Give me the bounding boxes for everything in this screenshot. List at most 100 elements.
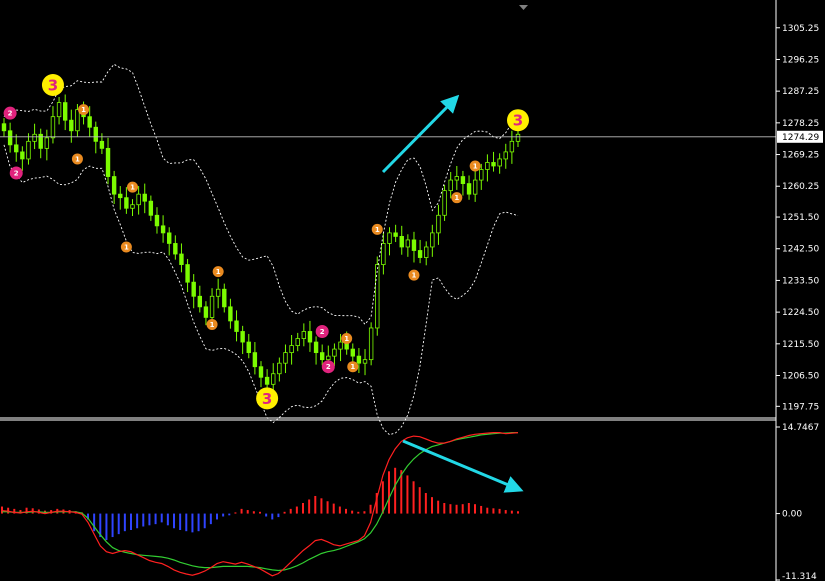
candle[interactable] bbox=[7, 130, 13, 146]
wave-3-marker-label: 3 bbox=[262, 390, 272, 408]
candle[interactable] bbox=[197, 295, 203, 308]
candle[interactable] bbox=[142, 193, 147, 202]
candle[interactable] bbox=[173, 243, 178, 255]
price-tick-label: 1287.25 bbox=[782, 87, 819, 97]
candle[interactable] bbox=[264, 376, 270, 385]
candle[interactable] bbox=[307, 331, 313, 343]
candle[interactable] bbox=[124, 197, 129, 209]
candle[interactable] bbox=[1, 123, 7, 132]
wave-marker-label: 1 bbox=[216, 268, 221, 276]
candle[interactable] bbox=[411, 239, 417, 251]
candle[interactable] bbox=[246, 341, 251, 354]
candle[interactable] bbox=[381, 243, 386, 265]
candle[interactable] bbox=[356, 355, 362, 364]
candle[interactable] bbox=[44, 137, 50, 149]
candle[interactable] bbox=[222, 288, 227, 308]
candle[interactable] bbox=[14, 144, 19, 153]
price-tick-label: 1224.50 bbox=[782, 308, 819, 318]
candle[interactable] bbox=[20, 151, 25, 160]
candle[interactable] bbox=[460, 176, 466, 184]
candle[interactable] bbox=[472, 179, 478, 195]
wave-marker-label: 2 bbox=[14, 170, 19, 178]
shift-marker-icon[interactable] bbox=[519, 5, 528, 10]
candle[interactable] bbox=[503, 151, 508, 160]
candle[interactable] bbox=[136, 193, 141, 206]
candle[interactable] bbox=[497, 158, 502, 167]
candle[interactable] bbox=[479, 169, 484, 181]
candle[interactable] bbox=[93, 126, 98, 142]
candle[interactable] bbox=[118, 193, 123, 199]
candle[interactable] bbox=[179, 253, 184, 265]
candle[interactable] bbox=[319, 352, 325, 361]
candle[interactable] bbox=[191, 281, 196, 297]
price-tick-label: 1197.75 bbox=[782, 402, 819, 412]
candle[interactable] bbox=[393, 232, 398, 237]
candle[interactable] bbox=[485, 162, 490, 170]
candle[interactable] bbox=[313, 341, 319, 354]
candle[interactable] bbox=[240, 331, 245, 343]
candle[interactable] bbox=[209, 295, 215, 318]
wave-marker-label: 1 bbox=[210, 321, 215, 329]
candle[interactable] bbox=[203, 306, 209, 318]
candle[interactable] bbox=[283, 352, 288, 364]
candle[interactable] bbox=[295, 338, 300, 346]
candle[interactable] bbox=[436, 214, 441, 234]
candle[interactable] bbox=[399, 236, 404, 248]
wave-marker-label: 2 bbox=[326, 363, 331, 371]
trading-chart[interactable]: 3 3 3 2 2 2 2 1 1 1 1 1 1 1 1 1 1 1 1 1305.25 1296.25 1287.2… bbox=[0, 0, 825, 581]
candle[interactable] bbox=[32, 133, 37, 142]
candle[interactable] bbox=[56, 102, 62, 118]
candle[interactable] bbox=[252, 352, 258, 368]
wave-marker-label: 1 bbox=[412, 272, 417, 280]
candle[interactable] bbox=[332, 348, 337, 357]
candle[interactable] bbox=[417, 250, 423, 258]
candle[interactable] bbox=[509, 140, 515, 153]
candle[interactable] bbox=[375, 264, 380, 329]
candle[interactable] bbox=[289, 345, 294, 354]
candle[interactable] bbox=[130, 204, 135, 209]
candle[interactable] bbox=[350, 348, 355, 357]
candle[interactable] bbox=[271, 373, 276, 385]
candle[interactable] bbox=[301, 331, 307, 339]
candle[interactable] bbox=[442, 190, 447, 216]
candle[interactable] bbox=[234, 320, 239, 332]
candle[interactable] bbox=[258, 366, 264, 378]
candle[interactable] bbox=[277, 362, 282, 375]
candle[interactable] bbox=[515, 133, 521, 142]
candle[interactable] bbox=[160, 225, 166, 234]
candle[interactable] bbox=[362, 359, 368, 364]
candle[interactable] bbox=[368, 327, 374, 361]
candle[interactable] bbox=[99, 140, 105, 149]
candle[interactable] bbox=[50, 116, 56, 139]
candle[interactable] bbox=[448, 179, 453, 192]
candle[interactable] bbox=[154, 214, 160, 227]
candle[interactable] bbox=[167, 232, 172, 244]
candle[interactable] bbox=[148, 200, 154, 216]
price-tick-label: 1233.50 bbox=[782, 276, 819, 286]
candle[interactable] bbox=[105, 147, 111, 177]
candle[interactable] bbox=[405, 239, 411, 248]
candle[interactable] bbox=[215, 288, 221, 297]
price-tick-label: 1269.25 bbox=[782, 151, 819, 161]
macd-indicator-panel[interactable] bbox=[1, 432, 524, 577]
candle[interactable] bbox=[87, 116, 92, 128]
candle[interactable] bbox=[387, 232, 392, 244]
candle[interactable] bbox=[326, 355, 331, 361]
price-panel[interactable]: 3 3 3 2 2 2 2 1 1 1 1 1 1 1 1 1 1 1 1 bbox=[0, 63, 776, 436]
wave-marker-label: 1 bbox=[350, 363, 355, 371]
candle[interactable] bbox=[62, 102, 68, 121]
candle[interactable] bbox=[26, 140, 31, 160]
candle[interactable] bbox=[430, 232, 435, 248]
candle[interactable] bbox=[69, 119, 74, 132]
candle[interactable] bbox=[454, 176, 460, 181]
current-price-label: 1274.29 bbox=[782, 133, 819, 143]
candle[interactable] bbox=[185, 264, 190, 283]
candle[interactable] bbox=[111, 176, 117, 195]
candle[interactable] bbox=[424, 246, 429, 258]
macd-tick-label: -11.314 bbox=[782, 572, 817, 581]
candle[interactable] bbox=[75, 109, 80, 132]
candle[interactable] bbox=[228, 306, 233, 322]
candle[interactable] bbox=[466, 183, 472, 195]
candle[interactable] bbox=[491, 162, 496, 167]
candle[interactable] bbox=[338, 341, 343, 350]
